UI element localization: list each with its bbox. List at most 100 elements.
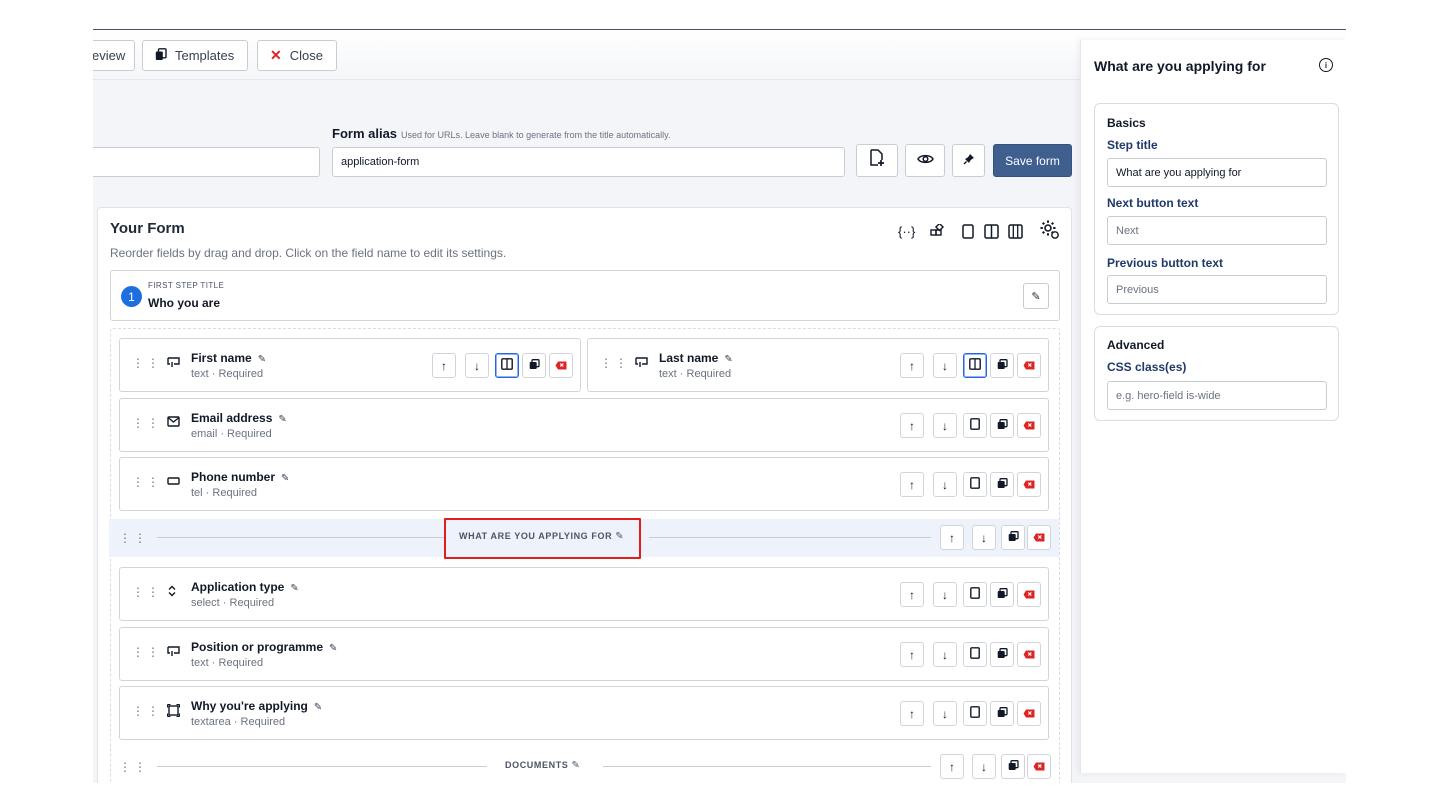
move-down-button[interactable]: ↓	[933, 642, 957, 667]
field-name-text[interactable]: First name	[191, 351, 252, 365]
field-name-text[interactable]: Email address	[191, 411, 272, 425]
edit-icon[interactable]: ✎	[572, 760, 581, 771]
move-down-button[interactable]: ↓	[933, 413, 957, 438]
field-name-text[interactable]: Application type	[191, 580, 284, 594]
duplicate-button[interactable]	[990, 582, 1014, 607]
full-width-button[interactable]	[963, 582, 987, 607]
edit-icon[interactable]: ✎	[314, 702, 322, 713]
half-width-button[interactable]	[963, 353, 987, 378]
delete-button[interactable]	[1017, 642, 1041, 667]
drag-handle-icon[interactable]: ⋮⋮	[132, 645, 162, 659]
move-down-button[interactable]: ↓	[972, 754, 996, 779]
three-column-icon[interactable]	[1008, 222, 1023, 240]
two-column-icon[interactable]	[984, 222, 999, 240]
field-row-why-applying[interactable]: ⋮⋮ Why you're applying ✎ textarea · Requi…	[119, 686, 1049, 740]
field-name[interactable]: Position or programme ✎	[191, 640, 337, 654]
step-separator-label[interactable]: DOCUMENTS ✎	[505, 760, 581, 771]
move-up-button[interactable]: ↑	[900, 582, 924, 607]
full-width-button[interactable]	[963, 701, 987, 726]
delete-button[interactable]	[1027, 754, 1051, 779]
field-row-phone-number[interactable]: ⋮⋮ Phone number ✎ tel · Required ↑ ↓	[119, 457, 1049, 511]
field-name-text[interactable]: Phone number	[191, 470, 275, 484]
edit-icon[interactable]: ✎	[329, 643, 337, 654]
drag-handle-icon[interactable]: ⋮⋮	[132, 356, 162, 370]
move-down-button[interactable]: ↓	[933, 472, 957, 497]
drag-handle-icon[interactable]: ⋮⋮	[132, 416, 162, 430]
move-down-button[interactable]: ↓	[933, 353, 957, 378]
move-up-button[interactable]: ↑	[940, 754, 964, 779]
new-file-button[interactable]	[856, 144, 898, 177]
field-name[interactable]: Last name ✎	[659, 351, 733, 365]
step-title-input[interactable]: What are you applying for	[1107, 158, 1327, 187]
drag-handle-icon[interactable]: ⋮⋮	[132, 704, 162, 718]
previous-button-text-input[interactable]: Previous	[1107, 275, 1327, 304]
delete-button[interactable]	[1017, 353, 1041, 378]
preview-button[interactable]: eview	[93, 40, 135, 71]
field-name-text[interactable]: Why you're applying	[191, 699, 308, 713]
field-row-email-address[interactable]: ⋮⋮ Email address ✎ email · Required ↑ ↓	[119, 398, 1049, 452]
field-row-first-name[interactable]: ⋮⋮ First name ✎ text · Required ↑ ↓	[119, 338, 581, 392]
first-step-title[interactable]: 1 FIRST STEP TITLE Who you are ✎	[110, 270, 1060, 321]
pin-button[interactable]	[952, 144, 985, 177]
field-name[interactable]: Phone number ✎	[191, 470, 289, 484]
variables-icon[interactable]: {··}	[898, 222, 915, 240]
info-icon[interactable]: i	[1319, 58, 1333, 72]
duplicate-button[interactable]	[1001, 525, 1025, 550]
move-down-button[interactable]: ↓	[465, 353, 489, 378]
close-button[interactable]: ✕ Close	[257, 40, 337, 71]
field-name[interactable]: Why you're applying ✎	[191, 699, 322, 713]
drag-handle-icon[interactable]: ⋮⋮	[132, 585, 162, 599]
duplicate-button[interactable]	[990, 472, 1014, 497]
move-up-button[interactable]: ↑	[900, 413, 924, 438]
delete-button[interactable]	[1017, 582, 1041, 607]
field-row-application-type[interactable]: ⋮⋮ Application type ✎ select · Required ↑…	[119, 567, 1049, 621]
edit-icon[interactable]: ✎	[278, 414, 286, 425]
move-down-button[interactable]: ↓	[972, 525, 996, 550]
edit-icon[interactable]: ✎	[290, 583, 298, 594]
move-down-button[interactable]: ↓	[933, 582, 957, 607]
delete-button[interactable]	[1017, 413, 1041, 438]
move-up-button[interactable]: ↑	[432, 353, 456, 378]
full-width-button[interactable]	[963, 642, 987, 667]
edit-icon[interactable]: ✎	[724, 354, 732, 365]
form-title-input[interactable]	[93, 147, 320, 177]
half-width-button[interactable]	[495, 353, 519, 378]
move-up-button[interactable]: ↑	[900, 642, 924, 667]
move-down-button[interactable]: ↓	[933, 701, 957, 726]
field-name[interactable]: Email address ✎	[191, 411, 287, 425]
drag-handle-icon[interactable]: ⋮⋮	[600, 356, 630, 370]
move-up-button[interactable]: ↑	[900, 353, 924, 378]
separator-text[interactable]: DOCUMENTS	[505, 760, 568, 770]
delete-button[interactable]	[1017, 701, 1041, 726]
move-up-button[interactable]: ↑	[900, 472, 924, 497]
css-class-input[interactable]: e.g. hero-field is-wide	[1107, 381, 1327, 410]
field-row-last-name[interactable]: ⋮⋮ Last name ✎ text · Required ↑ ↓	[587, 338, 1049, 392]
drag-handle-icon[interactable]: ⋮⋮	[119, 760, 149, 774]
drag-handle-icon[interactable]: ⋮⋮	[119, 531, 149, 545]
preview-eye-button[interactable]	[905, 144, 945, 177]
move-up-button[interactable]: ↑	[900, 701, 924, 726]
duplicate-button[interactable]	[990, 353, 1014, 378]
full-width-button[interactable]	[963, 472, 987, 497]
form-alias-input[interactable]: application-form	[332, 147, 845, 177]
field-name-text[interactable]: Position or programme	[191, 640, 323, 654]
step-separator-documents[interactable]: ⋮⋮ DOCUMENTS ✎ ↑ ↓	[109, 748, 1059, 783]
duplicate-button[interactable]	[990, 642, 1014, 667]
templates-button[interactable]: Templates	[142, 40, 248, 71]
full-width-button[interactable]	[963, 413, 987, 438]
field-name-text[interactable]: Last name	[659, 351, 718, 365]
duplicate-button[interactable]	[1001, 754, 1025, 779]
duplicate-button[interactable]	[522, 353, 546, 378]
delete-button[interactable]	[1017, 472, 1041, 497]
one-column-icon[interactable]	[962, 222, 974, 240]
duplicate-button[interactable]	[990, 701, 1014, 726]
delete-button[interactable]	[549, 353, 573, 378]
duplicate-button[interactable]	[990, 413, 1014, 438]
gear-icon[interactable]	[1038, 220, 1060, 239]
field-name[interactable]: First name ✎	[191, 351, 266, 365]
next-button-text-input[interactable]: Next	[1107, 216, 1327, 245]
drag-handle-icon[interactable]: ⋮⋮	[132, 475, 162, 489]
widgets-icon[interactable]	[930, 222, 944, 240]
save-form-button[interactable]: Save form	[993, 144, 1072, 177]
field-name[interactable]: Application type ✎	[191, 580, 299, 594]
